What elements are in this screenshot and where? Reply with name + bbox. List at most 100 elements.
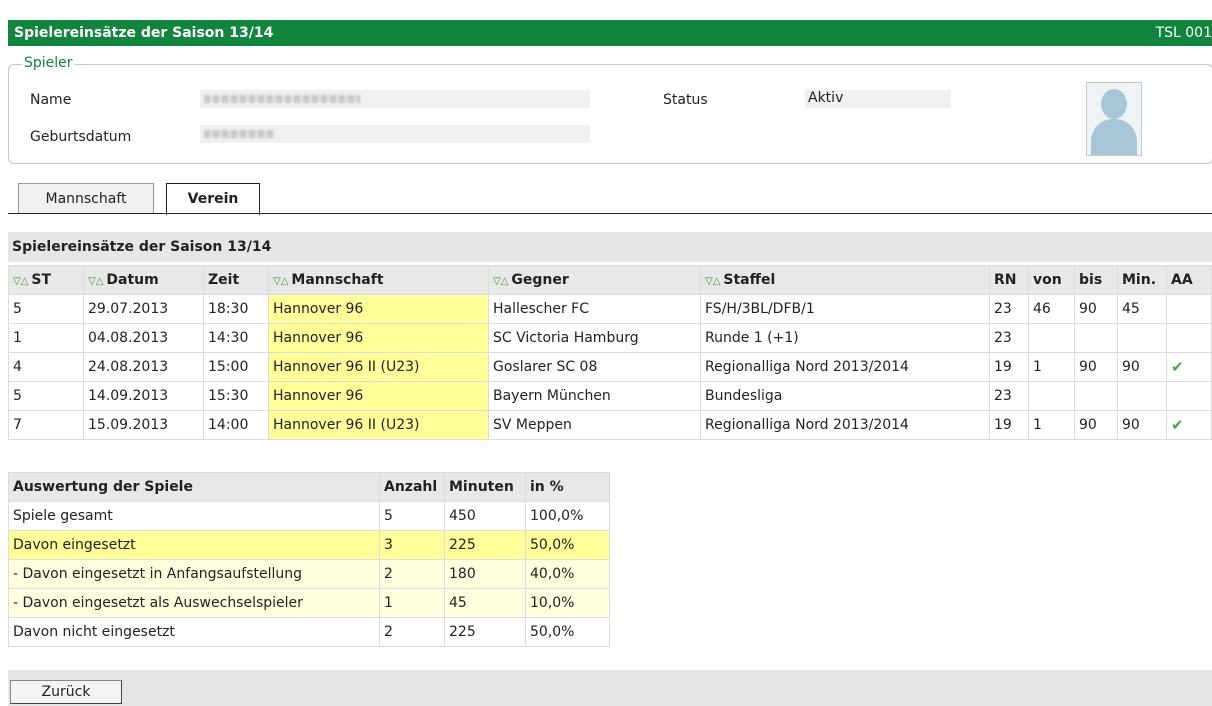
cell-mannschaft: Hannover 96 II (U23) bbox=[268, 352, 489, 382]
status-field: Aktiv bbox=[805, 90, 951, 108]
summary-anzahl: 3 bbox=[379, 530, 445, 560]
name-field bbox=[200, 90, 590, 108]
games-header-row: ▽△ ST ▽△ Datum Zeit ▽△ Mannschaft ▽△ Gegner … bbox=[8, 265, 1212, 295]
cell-gegner: Bayern München bbox=[488, 381, 701, 411]
summary-anzahl: 2 bbox=[379, 617, 445, 647]
col-von: von bbox=[1028, 265, 1075, 295]
summary-label: - Davon eingesetzt als Auswechselspieler bbox=[8, 588, 380, 618]
col-zeit: Zeit bbox=[203, 265, 269, 295]
summary-label: Spiele gesamt bbox=[8, 501, 380, 531]
summary-anzahl: 5 bbox=[379, 501, 445, 531]
sort-arrows-icon: ▽△ bbox=[705, 276, 721, 287]
cell-aa bbox=[1166, 294, 1212, 324]
col-minuten: Minuten bbox=[444, 472, 526, 502]
cell-von: 1 bbox=[1028, 410, 1075, 440]
summary-anzahl: 1 bbox=[379, 588, 445, 618]
cell-datum: 24.08.2013 bbox=[83, 352, 204, 382]
page-header: Spielereinsätze der Saison 13/14 TSL 001 bbox=[8, 20, 1212, 46]
col-staffel[interactable]: ▽△ Staffel bbox=[700, 265, 990, 295]
cell-bis: 90 bbox=[1074, 410, 1118, 440]
cell-zeit: 15:00 bbox=[203, 352, 269, 382]
cell-min bbox=[1117, 381, 1167, 411]
cell-staffel: Bundesliga bbox=[700, 381, 990, 411]
cell-st: 5 bbox=[8, 381, 84, 411]
summary-pct: 50,0% bbox=[525, 617, 610, 647]
table-row: 1 04.08.2013 14:30 Hannover 96 SC Victor… bbox=[8, 323, 1212, 353]
col-min: Min. bbox=[1117, 265, 1167, 295]
cell-bis bbox=[1074, 381, 1118, 411]
col-datum[interactable]: ▽△ Datum bbox=[83, 265, 204, 295]
cell-aa: ✔ bbox=[1166, 410, 1212, 440]
col-auswertung: Auswertung der Spiele bbox=[8, 472, 380, 502]
cell-zeit: 14:30 bbox=[203, 323, 269, 353]
tab-verein[interactable]: Verein bbox=[166, 183, 260, 215]
cell-bis bbox=[1074, 323, 1118, 353]
summary-label: - Davon eingesetzt in Anfangsaufstellung bbox=[8, 559, 380, 589]
cell-gegner: Goslarer SC 08 bbox=[488, 352, 701, 382]
status-value: Aktiv bbox=[808, 90, 844, 106]
birth-label: Geburtsdatum bbox=[30, 129, 132, 145]
page-code: TSL 001 bbox=[1155, 25, 1212, 41]
cell-datum: 14.09.2013 bbox=[83, 381, 204, 411]
summary-pct: 100,0% bbox=[525, 501, 610, 531]
cell-staffel: FS/H/3BL/DFB/1 bbox=[700, 294, 990, 324]
checkmark-icon: ✔ bbox=[1171, 358, 1184, 376]
tab-mannschaft[interactable]: Mannschaft bbox=[18, 183, 154, 214]
player-legend: Spieler bbox=[22, 55, 75, 71]
summary-pct: 10,0% bbox=[525, 588, 610, 618]
summary-minuten: 225 bbox=[444, 617, 526, 647]
cell-rn: 19 bbox=[989, 410, 1029, 440]
cell-datum: 15.09.2013 bbox=[83, 410, 204, 440]
redacted-birthdate bbox=[204, 130, 274, 138]
summary-minuten: 450 bbox=[444, 501, 526, 531]
cell-min: 90 bbox=[1117, 410, 1167, 440]
table-row: 7 15.09.2013 14:00 Hannover 96 II (U23) … bbox=[8, 410, 1212, 440]
games-section-title: Spielereinsätze der Saison 13/14 bbox=[12, 239, 272, 255]
table-row: 5 14.09.2013 15:30 Hannover 96 Bayern Mü… bbox=[8, 381, 1212, 411]
footer-bar bbox=[8, 670, 1212, 706]
cell-gegner: SV Meppen bbox=[488, 410, 701, 440]
summary-label: Davon eingesetzt bbox=[8, 530, 380, 560]
summary-row: - Davon eingesetzt in Anfangsaufstellung… bbox=[8, 559, 610, 589]
sort-arrows-icon: ▽△ bbox=[13, 276, 29, 287]
status-label: Status bbox=[663, 92, 708, 108]
summary-row: Spiele gesamt 5 450 100,0% bbox=[8, 501, 610, 531]
cell-datum: 29.07.2013 bbox=[83, 294, 204, 324]
back-button[interactable]: Zurück bbox=[10, 680, 122, 704]
summary-minuten: 45 bbox=[444, 588, 526, 618]
col-gegner[interactable]: ▽△ Gegner bbox=[488, 265, 701, 295]
cell-zeit: 18:30 bbox=[203, 294, 269, 324]
top-strip bbox=[0, 0, 1212, 10]
summary-row: Davon eingesetzt 3 225 50,0% bbox=[8, 530, 610, 560]
summary-anzahl: 2 bbox=[379, 559, 445, 589]
redacted-name bbox=[204, 95, 360, 103]
sort-arrows-icon: ▽△ bbox=[493, 276, 509, 287]
col-mannschaft[interactable]: ▽△ Mannschaft bbox=[268, 265, 489, 295]
cell-mannschaft: Hannover 96 bbox=[268, 323, 489, 353]
cell-st: 4 bbox=[8, 352, 84, 382]
table-row: 4 24.08.2013 15:00 Hannover 96 II (U23) … bbox=[8, 352, 1212, 382]
cell-mannschaft: Hannover 96 bbox=[268, 381, 489, 411]
summary-row: Davon nicht eingesetzt 2 225 50,0% bbox=[8, 617, 610, 647]
cell-gegner: SC Victoria Hamburg bbox=[488, 323, 701, 353]
cell-bis: 90 bbox=[1074, 294, 1118, 324]
cell-rn: 23 bbox=[989, 323, 1029, 353]
player-fieldset bbox=[8, 64, 1212, 164]
cell-datum: 04.08.2013 bbox=[83, 323, 204, 353]
summary-minuten: 180 bbox=[444, 559, 526, 589]
cell-von bbox=[1028, 323, 1075, 353]
cell-bis: 90 bbox=[1074, 352, 1118, 382]
cell-rn: 23 bbox=[989, 294, 1029, 324]
cell-staffel: Regionalliga Nord 2013/2014 bbox=[700, 352, 990, 382]
cell-gegner: Hallescher FC bbox=[488, 294, 701, 324]
sort-arrows-icon: ▽△ bbox=[273, 276, 289, 287]
summary-header-row: Auswertung der Spiele Anzahl Minuten in … bbox=[8, 472, 610, 502]
col-bis: bis bbox=[1074, 265, 1118, 295]
sort-arrows-icon: ▽△ bbox=[88, 276, 104, 287]
cell-von bbox=[1028, 381, 1075, 411]
col-st[interactable]: ▽△ ST bbox=[8, 265, 84, 295]
summary-minuten: 225 bbox=[444, 530, 526, 560]
col-anzahl: Anzahl bbox=[379, 472, 445, 502]
games-table: ▽△ ST ▽△ Datum Zeit ▽△ Mannschaft ▽△ Gegner … bbox=[8, 265, 1212, 440]
page-title: Spielereinsätze der Saison 13/14 bbox=[14, 25, 274, 41]
